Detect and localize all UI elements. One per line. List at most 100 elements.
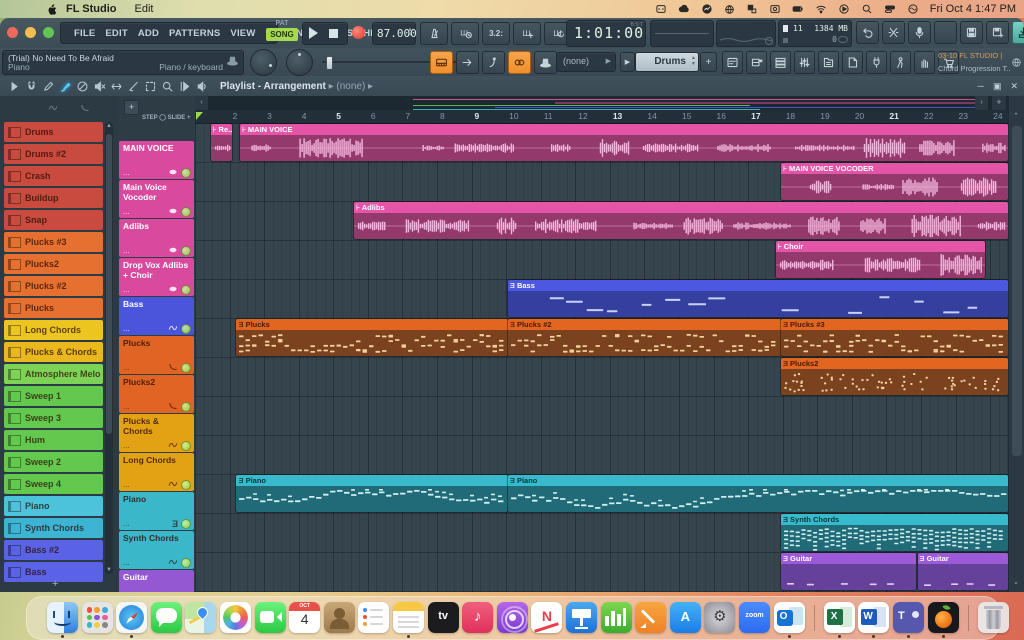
track-options[interactable]: ... xyxy=(123,480,130,489)
close-window-button[interactable] xyxy=(7,27,18,38)
dock-flstudio-icon[interactable] xyxy=(928,602,959,633)
track-enable-led[interactable] xyxy=(181,363,191,373)
clip-main-voice-vocoder[interactable]: ⊦ MAIN VOICE VOCODER xyxy=(781,163,1008,200)
playlist-close-button[interactable]: ✕ xyxy=(1010,81,1018,92)
session-info[interactable]: 03-10 FL STUDIO | Chord Progression T.. xyxy=(938,50,1022,74)
mute-icon[interactable] xyxy=(91,78,108,94)
dock-maps-icon[interactable] xyxy=(185,602,216,633)
dock-appletv-icon[interactable]: tv xyxy=(428,602,459,633)
channel-rack-icon[interactable] xyxy=(770,51,791,74)
track-enable-led[interactable] xyxy=(181,324,191,334)
undo-icon[interactable] xyxy=(856,21,879,44)
clip-plucks-2[interactable]: Ǝ Plucks #2 xyxy=(508,319,781,356)
dock-podcasts-icon[interactable] xyxy=(497,602,528,633)
track-header-synth-chords[interactable]: Synth Chords ... xyxy=(119,531,194,569)
track-options[interactable]: ... xyxy=(123,285,130,294)
picker-item-plucks-3[interactable]: Plucks #3 xyxy=(4,232,103,252)
browser-icon[interactable] xyxy=(818,51,839,74)
time-display-panel[interactable]: 1:01:00 B:S:T xyxy=(566,20,646,47)
cpu-memory-panel[interactable]: 11 1384 MB 0 xyxy=(778,20,852,47)
track-enable-led[interactable] xyxy=(181,246,191,256)
delete-icon[interactable] xyxy=(74,78,91,94)
siri-icon[interactable] xyxy=(907,3,919,15)
zoom-icon[interactable] xyxy=(159,78,176,94)
playlist-window-icon[interactable] xyxy=(722,51,743,74)
layers-icon[interactable] xyxy=(746,3,758,15)
help-icon[interactable] xyxy=(934,21,957,44)
clip-main-voice[interactable]: ⊦ MAIN VOICE xyxy=(240,124,1008,161)
picker-item-long-chords[interactable]: Long Chords xyxy=(4,320,103,340)
picker-scrollbar[interactable]: ▲ ▼ xyxy=(105,122,113,574)
wifi-icon[interactable] xyxy=(815,3,827,15)
app-switcher-icon[interactable] xyxy=(655,3,667,15)
dock-trash-icon[interactable] xyxy=(978,602,1009,633)
track-header-piano[interactable]: Piano ... Ǝ xyxy=(119,492,194,530)
play-circle-icon[interactable] xyxy=(838,3,850,15)
add-track-button[interactable]: + xyxy=(124,100,139,115)
main-pitch-knob[interactable] xyxy=(286,49,313,76)
track-header-main-voice-vocoder[interactable]: Main Voice Vocoder ... xyxy=(119,180,194,218)
clip-synth-chords[interactable]: Ǝ Synth Chords xyxy=(781,514,1008,551)
picker-item-synth-chords[interactable]: Synth Chords xyxy=(4,518,103,538)
track-header-bass[interactable]: Bass ... xyxy=(119,297,194,335)
picker-item-sweep-3[interactable]: Sweep 3 xyxy=(4,408,103,428)
magnet-icon[interactable] xyxy=(23,78,40,94)
pat-label[interactable]: PAT xyxy=(266,20,298,27)
clip-re-[interactable]: ⊦ Re.. xyxy=(211,124,232,161)
track-enable-led[interactable] xyxy=(181,441,191,451)
link-target-select[interactable]: (none) ▶ xyxy=(556,52,616,72)
track-options[interactable]: ... xyxy=(123,168,130,177)
picker-item-plucks[interactable]: Plucks xyxy=(4,298,103,318)
dock-music-icon[interactable]: ♪ xyxy=(462,602,493,633)
minimize-window-button[interactable] xyxy=(25,27,36,38)
track-options[interactable]: ... xyxy=(123,441,130,450)
select-icon[interactable] xyxy=(142,78,159,94)
time-signature-icon[interactable]: 3.2: xyxy=(482,22,510,45)
pattern-selector[interactable]: Drums ▲▼ xyxy=(635,52,699,72)
wait-clock-icon[interactable] xyxy=(451,22,479,45)
track-header-plucks2[interactable]: Plucks2 ... xyxy=(119,375,194,413)
playback-icon[interactable] xyxy=(193,78,210,94)
zoom-window-button[interactable] xyxy=(43,27,54,38)
keyboard-preview-panel[interactable] xyxy=(716,20,776,47)
clip-plucks2[interactable]: Ǝ Plucks2 xyxy=(781,358,1008,395)
clip-adlibs[interactable]: ⊦ Adlibs xyxy=(354,202,1008,239)
playlist-title[interactable]: Playlist - Arrangement ▸ (none) ▸ xyxy=(220,81,373,92)
fl-menu-view[interactable]: VIEW xyxy=(225,28,260,39)
fl-menu-file[interactable]: FILE xyxy=(69,28,100,39)
picker-item-piano[interactable]: Piano xyxy=(4,496,103,516)
track-wave-icon[interactable] xyxy=(168,440,178,452)
picker-automation-tab[interactable] xyxy=(80,100,90,118)
dock-news-icon[interactable]: N xyxy=(531,602,562,633)
arrangement-crumb[interactable]: (none) xyxy=(336,81,365,92)
track-options[interactable]: ... xyxy=(123,207,130,216)
mic-icon[interactable] xyxy=(908,21,931,44)
playlist-grid[interactable]: ‹›+ 234567891011121314151617181920212223… xyxy=(195,96,1008,592)
dock-zoom-icon[interactable]: zoom xyxy=(739,602,770,633)
track-eye-icon[interactable] xyxy=(168,206,178,218)
step-arrow-icon[interactable] xyxy=(456,51,479,74)
clip-bass[interactable]: Ǝ Bass xyxy=(508,280,1008,317)
record-button[interactable] xyxy=(352,26,365,39)
track-wave-icon[interactable] xyxy=(168,323,178,335)
clip-lanes[interactable]: ⊦ Re.. ⊦ MAIN VOICE⊦ MAIN VOICE VOCODER⊦ … xyxy=(195,123,1008,592)
track-enable-led[interactable] xyxy=(181,285,191,295)
capture-icon[interactable] xyxy=(769,3,781,15)
link-icon[interactable] xyxy=(508,51,531,74)
clip-plucks-3[interactable]: Ǝ Plucks #3 xyxy=(781,319,1008,356)
mixer-icon[interactable] xyxy=(794,51,815,74)
slip-icon[interactable] xyxy=(108,78,125,94)
tempo-panel[interactable]: 87.000 ▲▼ xyxy=(372,22,416,45)
dock-pages-icon[interactable] xyxy=(635,602,666,633)
track-header-adlibs[interactable]: Adlibs ... xyxy=(119,219,194,257)
vertical-scrollbar[interactable]: ⌃ ⌄ xyxy=(1008,96,1024,592)
pencil-icon[interactable] xyxy=(40,78,57,94)
track-enable-led[interactable] xyxy=(181,168,191,178)
picker-item-sweep-2[interactable]: Sweep 2 xyxy=(4,452,103,472)
picker-item-sweep-4[interactable]: Sweep 4 xyxy=(4,474,103,494)
track-options[interactable]: ... xyxy=(123,363,130,372)
track-wave-icon[interactable] xyxy=(168,479,178,491)
plugin-picker-icon[interactable] xyxy=(842,51,863,74)
dock-messages-icon[interactable] xyxy=(151,602,182,633)
track-enable-led[interactable] xyxy=(181,207,191,217)
